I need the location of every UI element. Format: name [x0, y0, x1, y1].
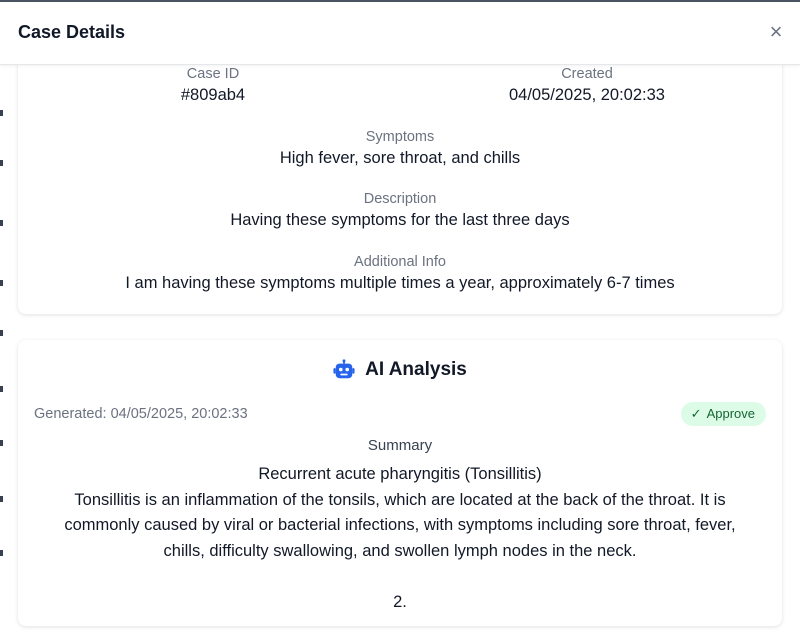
- case-info-card: Case ID #809ab4 Created 04/05/2025, 20:0…: [18, 40, 782, 314]
- description-value: Having these symptoms for the last three…: [230, 211, 570, 229]
- symptoms-label: Symptoms: [365, 129, 435, 145]
- background-page-edge: [0, 64, 6, 636]
- checkmark-icon: ✓: [690, 406, 702, 421]
- symptoms-field: Symptoms High fever, sore throat, and ch…: [18, 129, 782, 168]
- robot-icon: [333, 359, 355, 379]
- modal-backdrop: Case Details × Case ID #809ab4 Created 0…: [0, 0, 800, 636]
- modal-header: Case Details ×: [0, 2, 800, 65]
- summary-label: Summary: [367, 437, 433, 454]
- description-field: Description Having these symptoms for th…: [18, 191, 782, 230]
- description-label: Description: [363, 191, 437, 207]
- additional-info-value: I am having these symptoms multiple time…: [125, 274, 675, 292]
- case-id-label: Case ID: [186, 66, 240, 82]
- ai-analysis-card: AI Analysis Generated: 04/05/2025, 20:02…: [18, 340, 782, 626]
- created-label: Created: [561, 66, 613, 82]
- additional-info-label: Additional Info: [354, 254, 446, 270]
- case-id-field: Case ID #809ab4: [113, 66, 313, 105]
- close-button[interactable]: ×: [766, 20, 786, 44]
- approve-label: Approve: [706, 406, 755, 421]
- created-field: Created 04/05/2025, 20:02:33: [487, 66, 687, 105]
- modal-title: Case Details: [18, 22, 126, 42]
- case-id-value: #809ab4: [180, 86, 246, 104]
- ai-analysis-heading: AI Analysis: [18, 359, 782, 381]
- generated-timestamp: Generated: 04/05/2025, 20:02:33: [34, 406, 248, 422]
- summary-text: Recurrent acute pharyngitis (Tonsillitis…: [64, 465, 736, 611]
- additional-info-field: Additional Info I am having these sympto…: [18, 254, 782, 293]
- approve-button[interactable]: ✓ Approve: [680, 402, 766, 426]
- ai-analysis-title: AI Analysis: [365, 359, 467, 380]
- symptoms-value: High fever, sore throat, and chills: [279, 149, 521, 167]
- created-value: 04/05/2025, 20:02:33: [509, 86, 665, 104]
